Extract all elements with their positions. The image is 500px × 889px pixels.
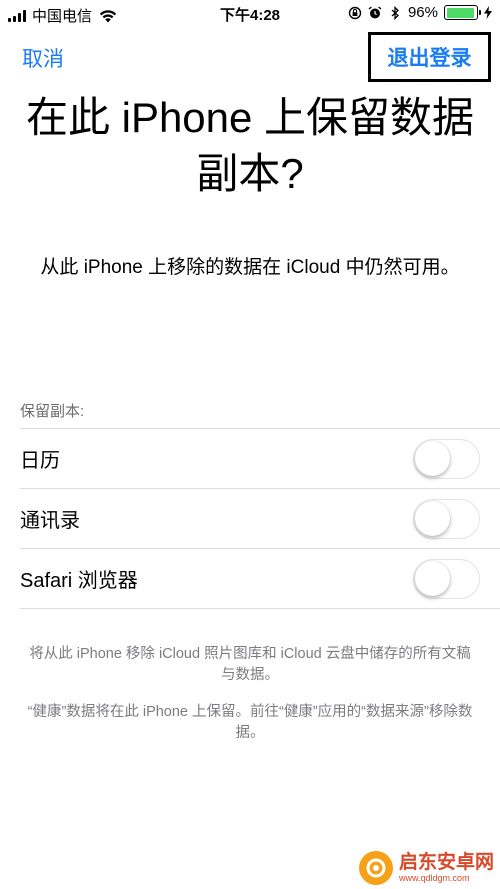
list-item-contacts: 通讯录: [20, 489, 500, 549]
status-bar: 中国电信 下午4:28 96%: [0, 0, 500, 28]
battery-percent: 96%: [407, 4, 438, 21]
cancel-button[interactable]: 取消: [22, 43, 64, 73]
toggle-knob: [415, 500, 450, 536]
safari-toggle[interactable]: [413, 558, 480, 599]
list-item-safari: Safari 浏览器: [20, 549, 500, 609]
watermark: 启东安卓网 www.qdldgm.com: [358, 851, 494, 885]
charging-bolt-icon: [484, 6, 492, 19]
page-subtitle: 从此 iPhone 上移除的数据在 iCloud 中仍然可用。: [40, 257, 460, 278]
battery-level: [446, 7, 475, 18]
watermark-name: 启东安卓网: [398, 852, 494, 873]
sign-out-label: 退出登录: [387, 47, 472, 70]
contacts-toggle[interactable]: [413, 498, 480, 539]
watermark-url: www.qdldgm.com: [398, 873, 470, 883]
toggle-knob: [415, 560, 450, 596]
page-title: 在此 iPhone 上保留数据副本?: [25, 94, 475, 197]
safari-label: Safari 浏览器: [20, 570, 138, 592]
footer-note-health: “健康”数据将在此 iPhone 上保留。前往“健康”应用的“数据来源”移除数据…: [27, 704, 473, 741]
keep-copy-list: 日历 通讯录 Safari 浏览器: [20, 428, 500, 609]
section-header: 保留副本:: [20, 403, 85, 420]
alarm-icon: [368, 5, 382, 18]
calendar-toggle[interactable]: [413, 438, 480, 479]
contacts-label: 通讯录: [20, 510, 80, 532]
watermark-logo-icon: [358, 851, 393, 885]
calendar-label: 日历: [20, 450, 60, 472]
toggle-knob: [415, 440, 450, 476]
sign-out-button[interactable]: 退出登录: [368, 32, 491, 82]
status-right: 96%: [348, 4, 492, 21]
watermark-text: 启东安卓网 www.qdldgm.com: [399, 853, 494, 883]
list-item-calendar: 日历: [20, 429, 500, 489]
bluetooth-icon: [391, 5, 399, 20]
footer-note-icloud: 将从此 iPhone 移除 iCloud 照片图库和 iCloud 云盘中储存的…: [29, 646, 471, 683]
orientation-lock-icon: [348, 6, 362, 19]
battery-icon: [444, 5, 481, 20]
